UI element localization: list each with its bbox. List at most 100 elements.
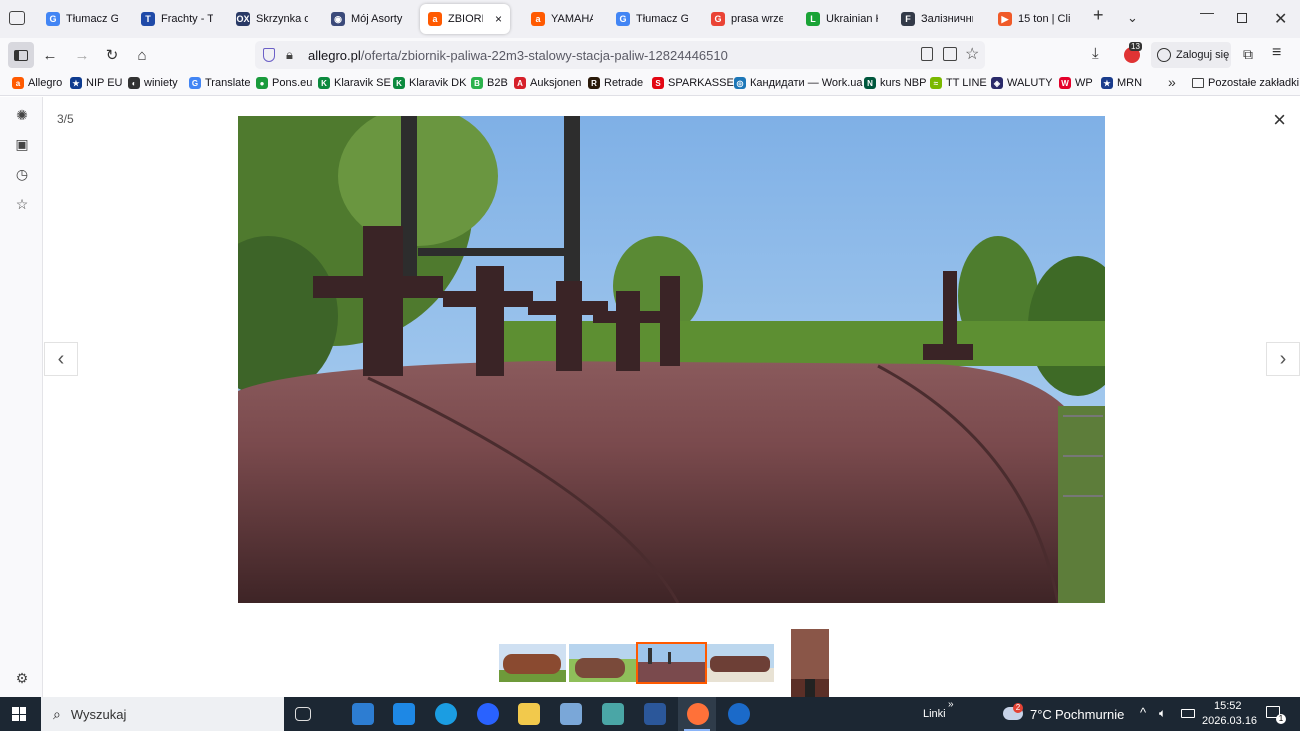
bookmark-item[interactable]: W WP <box>1059 77 1093 89</box>
task-view-icon[interactable] <box>295 707 311 721</box>
extensions-icon[interactable]: ⧉ <box>1243 46 1253 63</box>
winiety-icon: ◐ <box>128 77 140 89</box>
bookmark-item[interactable]: G Translate <box>189 77 250 89</box>
bookmark-item[interactable]: K Klaravik DK <box>393 77 466 89</box>
bookmark-item[interactable]: ◈ WALUTY <box>991 77 1052 89</box>
links-chevron-icon[interactable]: » <box>948 699 954 710</box>
bookmark-item[interactable]: K Klaravik SE <box>318 77 391 89</box>
tab-4[interactable]: ◉ Mój Asortym <box>323 4 411 34</box>
bookmark-item[interactable]: ◐ winiety <box>128 77 178 89</box>
tab-2[interactable]: T Frachty - Tra <box>133 4 221 34</box>
login-button[interactable]: Zaloguj się <box>1151 42 1231 68</box>
minimize-button[interactable]: — <box>1200 4 1214 20</box>
save-page-icon[interactable] <box>943 47 957 61</box>
file-explorer-icon[interactable] <box>518 703 540 725</box>
links-toolbar-label[interactable]: Linki <box>923 708 946 720</box>
downloads-icon[interactable]: ⤓ <box>1092 45 1099 62</box>
allegro-icon: a <box>428 12 442 26</box>
next-image-button[interactable]: › <box>1266 342 1300 376</box>
previous-image-button[interactable]: ‹ <box>44 342 78 376</box>
tab-1[interactable]: G Tłumacz Goo <box>38 4 126 34</box>
bookmark-item[interactable]: S SPARKASSE <box>652 77 734 89</box>
forward-button[interactable]: → <box>72 45 92 65</box>
tab-label: Frachty - Tra <box>161 13 213 25</box>
reader-view-icon[interactable] <box>921 47 933 61</box>
ai-chatbot-icon[interactable]: ✺ <box>13 106 31 124</box>
thumbnail-5[interactable] <box>791 629 829 697</box>
taskbar-search-box[interactable]: ⌕ Wyszukaj <box>41 697 284 731</box>
login-label: Zaloguj się <box>1176 49 1230 61</box>
bookmark-item[interactable]: ◎ Кандидати — Work.ua <box>734 77 863 89</box>
history-icon[interactable]: ◷ <box>13 165 31 183</box>
tab-7[interactable]: G Tłumacz Goo <box>608 4 696 34</box>
tray-overflow-icon[interactable]: ^ <box>1140 705 1146 720</box>
menu-icon[interactable]: ≡ <box>1272 44 1281 62</box>
thumbnail-1[interactable] <box>499 644 566 682</box>
window-close-button[interactable]: ✕ <box>1274 9 1287 29</box>
windows-taskbar: ⌕ Wyszukaj Linki » 2 7°C Pochmurnie ^ 🔈︎… <box>0 697 1300 731</box>
weather-badge: 2 <box>1013 703 1023 713</box>
address-bar[interactable]: 🔒︎ allegro.pl/oferta/zbiornik-paliwa-22m… <box>255 41 985 69</box>
tab-11[interactable]: ▶ 15 ton | Click <box>990 4 1078 34</box>
bookmark-item[interactable]: ● Pons.eu <box>256 77 312 89</box>
shield-icon[interactable] <box>263 48 275 62</box>
notification-count: 1 <box>1276 714 1286 724</box>
clock-date[interactable]: 2026.03.16 <box>1202 715 1257 727</box>
back-button[interactable]: ← <box>40 45 60 65</box>
bookmark-item[interactable]: ≈ TT LINE <box>930 77 987 89</box>
tab-9[interactable]: L Ukrainian Key <box>798 4 886 34</box>
tab-groups-icon[interactable] <box>9 11 25 25</box>
firefox-taskbar-button[interactable] <box>678 697 716 731</box>
tab-6[interactable]: a YAMAHA 30 <box>523 4 601 34</box>
restore-button[interactable] <box>1237 13 1247 23</box>
volume-icon[interactable]: 🔈︎ <box>1159 706 1166 721</box>
weather-condition[interactable]: Pochmurnie <box>1055 707 1124 722</box>
store-icon[interactable] <box>602 703 624 725</box>
tab-list-button[interactable]: ⌄ <box>1127 10 1138 26</box>
bookmark-item[interactable]: A Auksjonen <box>514 77 581 89</box>
lock-icon[interactable]: 🔒︎ <box>286 47 293 63</box>
bookmark-item[interactable]: ★ MRN <box>1101 77 1142 89</box>
sidebar-toggle-button[interactable] <box>8 42 34 68</box>
reload-button[interactable]: ↻ <box>102 45 122 65</box>
edge-icon[interactable] <box>435 703 457 725</box>
thumbnail-2[interactable] <box>569 644 636 682</box>
sidebar-settings-icon[interactable]: ⚙ <box>13 669 31 687</box>
tab-close-button[interactable]: × <box>495 12 502 26</box>
word-icon[interactable] <box>644 703 666 725</box>
bookmark-item[interactable]: ★ NIP EU <box>70 77 122 89</box>
synced-tabs-icon[interactable]: ▣ <box>13 135 31 153</box>
thumbnail-3-active[interactable] <box>636 642 707 684</box>
tab-10[interactable]: F Залізничний <box>893 4 981 34</box>
bookmarks-star-icon[interactable]: ☆ <box>13 195 31 213</box>
clock-time[interactable]: 15:52 <box>1214 700 1242 712</box>
teamviewer-icon[interactable] <box>728 703 750 725</box>
pons-icon: ● <box>256 77 268 89</box>
bookmark-item[interactable]: R Retrade <box>588 77 643 89</box>
gallery-close-button[interactable]: × <box>1273 107 1286 133</box>
other-bookmarks-folder[interactable]: Pozostałe zakładki <box>1192 77 1299 89</box>
photos-app-icon[interactable] <box>393 703 415 725</box>
bookmark-star-icon[interactable]: ☆ <box>965 44 979 64</box>
thumbnail-4[interactable] <box>707 644 774 682</box>
tab-active[interactable]: a ZBIORNIK × <box>420 4 510 34</box>
tab-3[interactable]: OX Skrzynka odb <box>228 4 316 34</box>
new-tab-button[interactable]: + <box>1093 5 1104 26</box>
weather-temperature[interactable]: 7°C <box>1030 707 1052 722</box>
start-button[interactable] <box>12 707 26 721</box>
home-button[interactable]: ⌂ <box>132 45 152 65</box>
url-text[interactable]: allegro.pl/oferta/zbiornik-paliwa-22m3-s… <box>308 48 728 63</box>
tab-8[interactable]: Gprasa wrzeció <box>703 4 791 34</box>
bookmark-label: winiety <box>144 77 178 89</box>
calendar-app-icon[interactable] <box>352 703 374 725</box>
bookmark-item[interactable]: Nkurs NBP <box>864 77 926 89</box>
image-gallery-viewer: 3/5 × ‹ › <box>43 97 1300 697</box>
bookmarks-overflow-button[interactable]: » <box>1168 74 1176 90</box>
paint-icon[interactable] <box>560 703 582 725</box>
battery-icon[interactable] <box>1181 709 1195 718</box>
chevron-right-icon: › <box>1279 347 1287 370</box>
app-icon[interactable] <box>477 703 499 725</box>
bookmark-item[interactable]: B B2B <box>471 77 508 89</box>
klaravik-icon: K <box>393 77 405 89</box>
bookmark-item[interactable]: a Allegro <box>12 77 62 89</box>
